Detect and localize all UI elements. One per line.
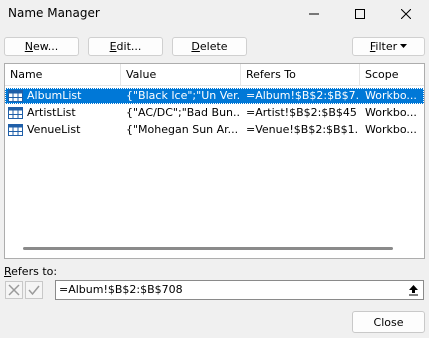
table-row[interactable]: ArtistList {"AC/DC";"Bad Bun... =Artist!… <box>5 105 424 121</box>
edit-button[interactable]: Edit... <box>88 37 163 56</box>
refers-to-label: Refers to: <box>4 265 58 278</box>
refers-to-input[interactable]: =Album!$B$2:$B$708 <box>55 280 424 300</box>
close-window-button[interactable] <box>383 0 429 28</box>
window-title: Name Manager <box>8 6 100 20</box>
row-name: ArtistList <box>27 106 76 119</box>
table-row[interactable]: AlbumList {"Black Ice";"Un Ver... =Album… <box>5 88 424 104</box>
title-bar: Name Manager <box>0 0 429 28</box>
delete-button[interactable]: Delete <box>172 37 247 56</box>
table-icon <box>8 90 23 102</box>
new-button-label: New... <box>24 40 59 53</box>
column-header-scope[interactable]: Scope <box>360 64 424 85</box>
collapse-arrow-icon <box>408 285 418 296</box>
checkmark-icon <box>28 285 40 296</box>
list-header: Name Value Refers To Scope <box>5 64 424 86</box>
column-header-value[interactable]: Value <box>121 64 241 85</box>
refers-to-value: =Album!$B$2:$B$708 <box>59 283 183 296</box>
row-scope: Workbo... <box>365 106 417 119</box>
row-value: {"Mohegan Sun Ar... <box>126 123 239 136</box>
filter-button-label: Filter <box>369 40 398 53</box>
row-refers-to: =Album!$B$2:$B$7... <box>246 89 358 102</box>
row-scope: Workbo... <box>365 123 417 136</box>
row-name: AlbumList <box>27 89 82 102</box>
maximize-icon <box>355 9 365 19</box>
collapse-dialog-button[interactable] <box>405 282 421 298</box>
row-scope: Workbo... <box>365 89 417 102</box>
close-button[interactable]: Close <box>352 311 425 333</box>
x-icon <box>8 284 20 296</box>
row-value: {"AC/DC";"Bad Bun... <box>126 106 239 119</box>
filter-button[interactable]: Filter <box>352 37 425 56</box>
delete-button-label: Delete <box>191 40 228 53</box>
column-header-name[interactable]: Name <box>5 64 121 85</box>
row-name: VenueList <box>27 123 81 136</box>
table-icon <box>8 107 23 119</box>
names-list[interactable]: Name Value Refers To Scope AlbumList {"B… <box>4 63 425 259</box>
new-button[interactable]: New... <box>4 37 79 56</box>
edit-button-label: Edit... <box>109 40 142 53</box>
confirm-edit-button[interactable] <box>25 281 43 299</box>
maximize-button[interactable] <box>337 0 383 28</box>
minimize-icon <box>309 13 319 15</box>
horizontal-scrollbar[interactable] <box>23 247 393 250</box>
row-value: {"Black Ice";"Un Ver... <box>126 89 239 102</box>
close-icon <box>401 9 411 19</box>
table-icon <box>8 124 23 136</box>
dropdown-arrow-icon <box>400 44 408 48</box>
column-header-refers-to[interactable]: Refers To <box>241 64 360 85</box>
minimize-button[interactable] <box>291 0 337 28</box>
table-row[interactable]: VenueList {"Mohegan Sun Ar... =Venue!$B$… <box>5 122 424 138</box>
row-refers-to: =Artist!$B$2:$B$45 <box>246 106 357 119</box>
cancel-edit-button[interactable] <box>5 281 23 299</box>
row-refers-to: =Venue!$B$2:$B$1... <box>246 123 358 136</box>
